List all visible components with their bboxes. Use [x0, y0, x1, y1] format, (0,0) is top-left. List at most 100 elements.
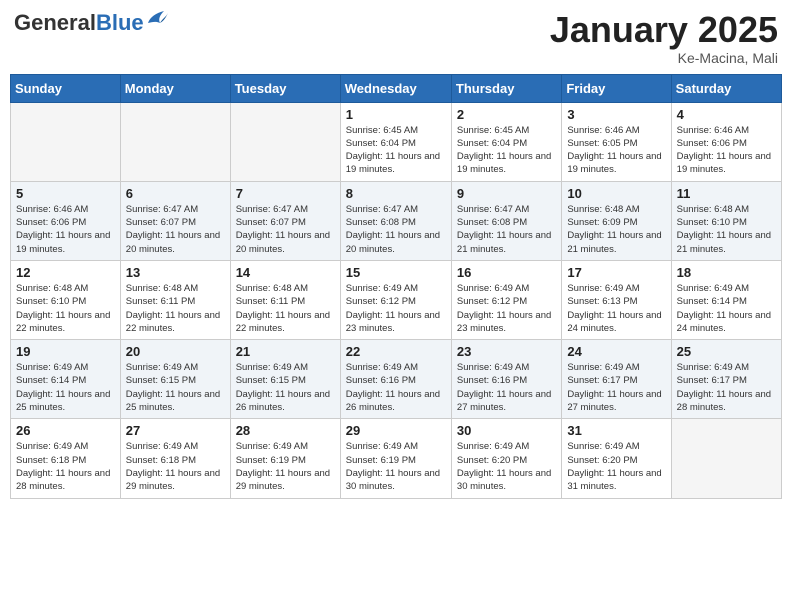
location-subtitle: Ke-Macina, Mali [550, 50, 778, 66]
day-info: Sunrise: 6:46 AM Sunset: 6:06 PM Dayligh… [677, 124, 776, 177]
day-number: 5 [16, 186, 115, 201]
day-number: 30 [457, 423, 556, 438]
calendar-cell: 31 Sunrise: 6:49 AM Sunset: 6:20 PM Dayli… [562, 419, 671, 498]
day-info: Sunrise: 6:49 AM Sunset: 6:18 PM Dayligh… [126, 440, 225, 493]
day-info: Sunrise: 6:49 AM Sunset: 6:14 PM Dayligh… [16, 361, 115, 414]
day-number: 28 [236, 423, 335, 438]
day-info: Sunrise: 6:49 AM Sunset: 6:19 PM Dayligh… [346, 440, 446, 493]
calendar-cell: 15Sunrise: 6:49 AM Sunset: 6:12 PM Dayli… [340, 260, 451, 339]
day-info: Sunrise: 6:48 AM Sunset: 6:11 PM Dayligh… [126, 282, 225, 335]
calendar-cell [671, 419, 781, 498]
calendar-cell: 23Sunrise: 6:49 AM Sunset: 6:16 PM Dayli… [451, 340, 561, 419]
day-info: Sunrise: 6:47 AM Sunset: 6:07 PM Dayligh… [236, 203, 335, 256]
calendar-cell: 28 Sunrise: 6:49 AM Sunset: 6:19 PM Dayli… [230, 419, 340, 498]
day-number: 1 [346, 107, 446, 122]
day-number: 6 [126, 186, 225, 201]
week-row-4: 19 Sunrise: 6:49 AM Sunset: 6:14 PM Dayli… [11, 340, 782, 419]
logo: General Blue [14, 10, 168, 36]
day-number: 19 [16, 344, 115, 359]
day-info: Sunrise: 6:49 AM Sunset: 6:15 PM Dayligh… [126, 361, 225, 414]
calendar-cell [120, 102, 230, 181]
day-info: Sunrise: 6:49 AM Sunset: 6:15 PM Dayligh… [236, 361, 335, 414]
week-row-3: 12 Sunrise: 6:48 AM Sunset: 6:10 PM Dayli… [11, 260, 782, 339]
day-number: 3 [567, 107, 665, 122]
day-info: Sunrise: 6:49 AM Sunset: 6:20 PM Dayligh… [457, 440, 556, 493]
day-info: Sunrise: 6:45 AM Sunset: 6:04 PM Dayligh… [457, 124, 556, 177]
day-number: 17 [567, 265, 665, 280]
week-row-2: 5 Sunrise: 6:46 AM Sunset: 6:06 PM Daylig… [11, 181, 782, 260]
day-number: 7 [236, 186, 335, 201]
day-number: 13 [126, 265, 225, 280]
day-number: 24 [567, 344, 665, 359]
weekday-header-thursday: Thursday [451, 74, 561, 102]
day-number: 31 [567, 423, 665, 438]
calendar-cell: 22 Sunrise: 6:49 AM Sunset: 6:16 PM Dayli… [340, 340, 451, 419]
day-info: Sunrise: 6:47 AM Sunset: 6:07 PM Dayligh… [126, 203, 225, 256]
day-number: 25 [677, 344, 776, 359]
weekday-header-tuesday: Tuesday [230, 74, 340, 102]
day-number: 26 [16, 423, 115, 438]
day-number: 21 [236, 344, 335, 359]
day-info: Sunrise: 6:46 AM Sunset: 6:05 PM Dayligh… [567, 124, 665, 177]
day-info: Sunrise: 6:46 AM Sunset: 6:06 PM Dayligh… [16, 203, 115, 256]
calendar-table: SundayMondayTuesdayWednesdayThursdayFrid… [10, 74, 782, 499]
day-number: 22 [346, 344, 446, 359]
day-info: Sunrise: 6:49 AM Sunset: 6:19 PM Dayligh… [236, 440, 335, 493]
day-number: 15 [346, 265, 446, 280]
calendar-cell: 20 Sunrise: 6:49 AM Sunset: 6:15 PM Dayli… [120, 340, 230, 419]
calendar-cell: 27 Sunrise: 6:49 AM Sunset: 6:18 PM Dayli… [120, 419, 230, 498]
weekday-header-friday: Friday [562, 74, 671, 102]
calendar-cell: 8 Sunrise: 6:47 AM Sunset: 6:08 PM Daylig… [340, 181, 451, 260]
day-number: 12 [16, 265, 115, 280]
day-info: Sunrise: 6:45 AM Sunset: 6:04 PM Dayligh… [346, 124, 446, 177]
day-info: Sunrise: 6:48 AM Sunset: 6:11 PM Dayligh… [236, 282, 335, 335]
day-number: 11 [677, 186, 776, 201]
day-info: Sunrise: 6:49 AM Sunset: 6:16 PM Dayligh… [457, 361, 556, 414]
day-info: Sunrise: 6:48 AM Sunset: 6:10 PM Dayligh… [16, 282, 115, 335]
logo-blue-text: Blue [96, 10, 144, 36]
month-year-title: January 2025 [550, 10, 778, 50]
calendar-cell: 12 Sunrise: 6:48 AM Sunset: 6:10 PM Dayli… [11, 260, 121, 339]
day-info: Sunrise: 6:49 AM Sunset: 6:16 PM Dayligh… [346, 361, 446, 414]
day-number: 20 [126, 344, 225, 359]
calendar-cell: 21 Sunrise: 6:49 AM Sunset: 6:15 PM Dayli… [230, 340, 340, 419]
weekday-header-row: SundayMondayTuesdayWednesdayThursdayFrid… [11, 74, 782, 102]
calendar-cell: 9 Sunrise: 6:47 AM Sunset: 6:08 PM Daylig… [451, 181, 561, 260]
calendar-cell: 30 Sunrise: 6:49 AM Sunset: 6:20 PM Dayli… [451, 419, 561, 498]
day-info: Sunrise: 6:49 AM Sunset: 6:20 PM Dayligh… [567, 440, 665, 493]
calendar-cell: 1 Sunrise: 6:45 AM Sunset: 6:04 PM Daylig… [340, 102, 451, 181]
day-number: 14 [236, 265, 335, 280]
day-number: 27 [126, 423, 225, 438]
calendar-cell: 5 Sunrise: 6:46 AM Sunset: 6:06 PM Daylig… [11, 181, 121, 260]
calendar-cell: 6 Sunrise: 6:47 AM Sunset: 6:07 PM Daylig… [120, 181, 230, 260]
calendar-cell: 14 Sunrise: 6:48 AM Sunset: 6:11 PM Dayli… [230, 260, 340, 339]
day-info: Sunrise: 6:48 AM Sunset: 6:09 PM Dayligh… [567, 203, 665, 256]
calendar-cell: 3 Sunrise: 6:46 AM Sunset: 6:05 PM Daylig… [562, 102, 671, 181]
day-number: 16 [457, 265, 556, 280]
calendar-cell: 24Sunrise: 6:49 AM Sunset: 6:17 PM Dayli… [562, 340, 671, 419]
weekday-header-wednesday: Wednesday [340, 74, 451, 102]
day-info: Sunrise: 6:47 AM Sunset: 6:08 PM Dayligh… [457, 203, 556, 256]
weekday-header-saturday: Saturday [671, 74, 781, 102]
day-number: 10 [567, 186, 665, 201]
logo-general-text: General [14, 10, 96, 36]
day-info: Sunrise: 6:49 AM Sunset: 6:13 PM Dayligh… [567, 282, 665, 335]
calendar-cell: 25Sunrise: 6:49 AM Sunset: 6:17 PM Dayli… [671, 340, 781, 419]
calendar-cell: 11Sunrise: 6:48 AM Sunset: 6:10 PM Dayli… [671, 181, 781, 260]
logo-bird-icon [146, 9, 168, 27]
day-number: 29 [346, 423, 446, 438]
calendar-cell: 13 Sunrise: 6:48 AM Sunset: 6:11 PM Dayli… [120, 260, 230, 339]
day-info: Sunrise: 6:49 AM Sunset: 6:14 PM Dayligh… [677, 282, 776, 335]
day-number: 2 [457, 107, 556, 122]
day-number: 18 [677, 265, 776, 280]
day-info: Sunrise: 6:47 AM Sunset: 6:08 PM Dayligh… [346, 203, 446, 256]
day-number: 9 [457, 186, 556, 201]
calendar-cell: 10 Sunrise: 6:48 AM Sunset: 6:09 PM Dayli… [562, 181, 671, 260]
calendar-cell: 19 Sunrise: 6:49 AM Sunset: 6:14 PM Dayli… [11, 340, 121, 419]
calendar-cell: 7 Sunrise: 6:47 AM Sunset: 6:07 PM Daylig… [230, 181, 340, 260]
week-row-5: 26 Sunrise: 6:49 AM Sunset: 6:18 PM Dayli… [11, 419, 782, 498]
calendar-cell: 2 Sunrise: 6:45 AM Sunset: 6:04 PM Daylig… [451, 102, 561, 181]
page-header: General Blue January 2025 Ke-Macina, Mal… [10, 10, 782, 66]
day-number: 8 [346, 186, 446, 201]
title-block: January 2025 Ke-Macina, Mali [550, 10, 778, 66]
